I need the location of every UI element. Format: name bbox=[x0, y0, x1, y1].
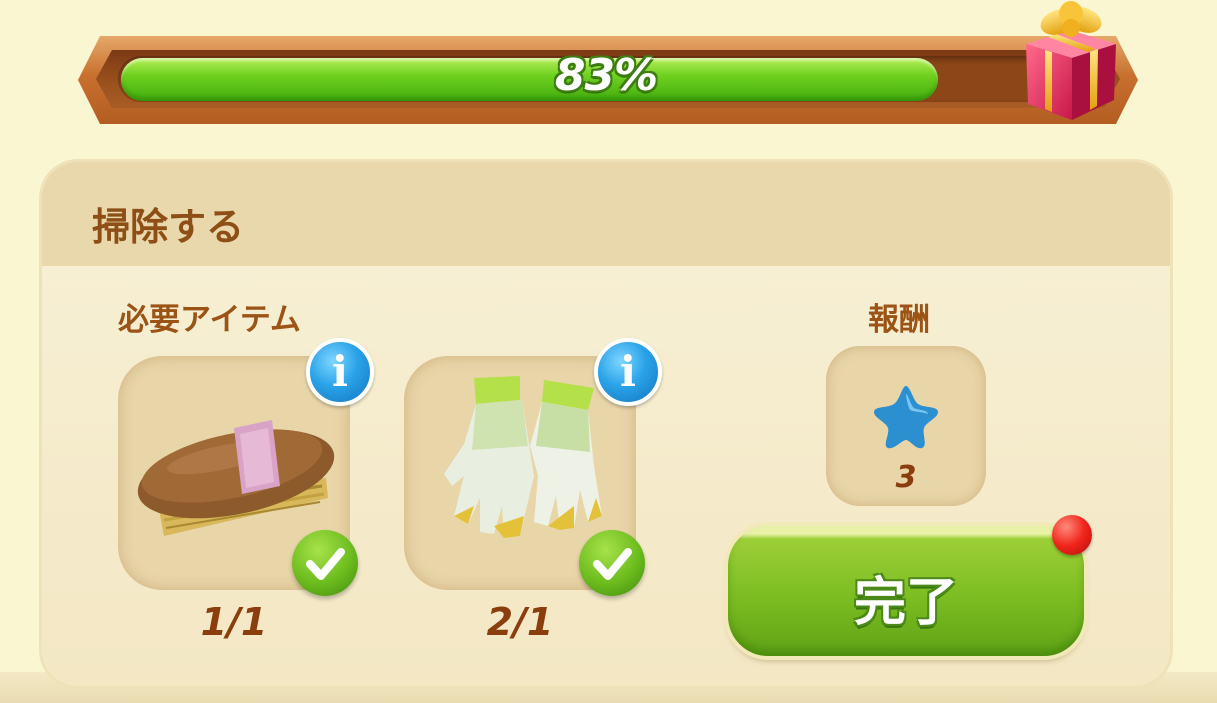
info-icon[interactable]: i bbox=[594, 338, 662, 406]
reward-count: 3 bbox=[895, 460, 917, 495]
gift-box-icon[interactable] bbox=[1012, 0, 1128, 126]
item-count-brush: 1/1 bbox=[200, 600, 268, 644]
notification-dot bbox=[1052, 515, 1092, 555]
info-icon[interactable]: i bbox=[306, 338, 374, 406]
required-items-heading: 必要アイテム bbox=[118, 302, 301, 338]
complete-button[interactable]: 完了 bbox=[728, 526, 1084, 656]
complete-button-label: 完了 bbox=[853, 573, 958, 633]
check-icon bbox=[579, 530, 645, 596]
reward-heading: 報酬 bbox=[868, 302, 930, 338]
progress-percent-label: 83% bbox=[554, 50, 658, 101]
item-count-gloves: 2/1 bbox=[486, 600, 554, 644]
check-icon bbox=[292, 530, 358, 596]
blue-star-icon bbox=[874, 386, 938, 449]
task-title: 掃除する bbox=[92, 205, 245, 249]
